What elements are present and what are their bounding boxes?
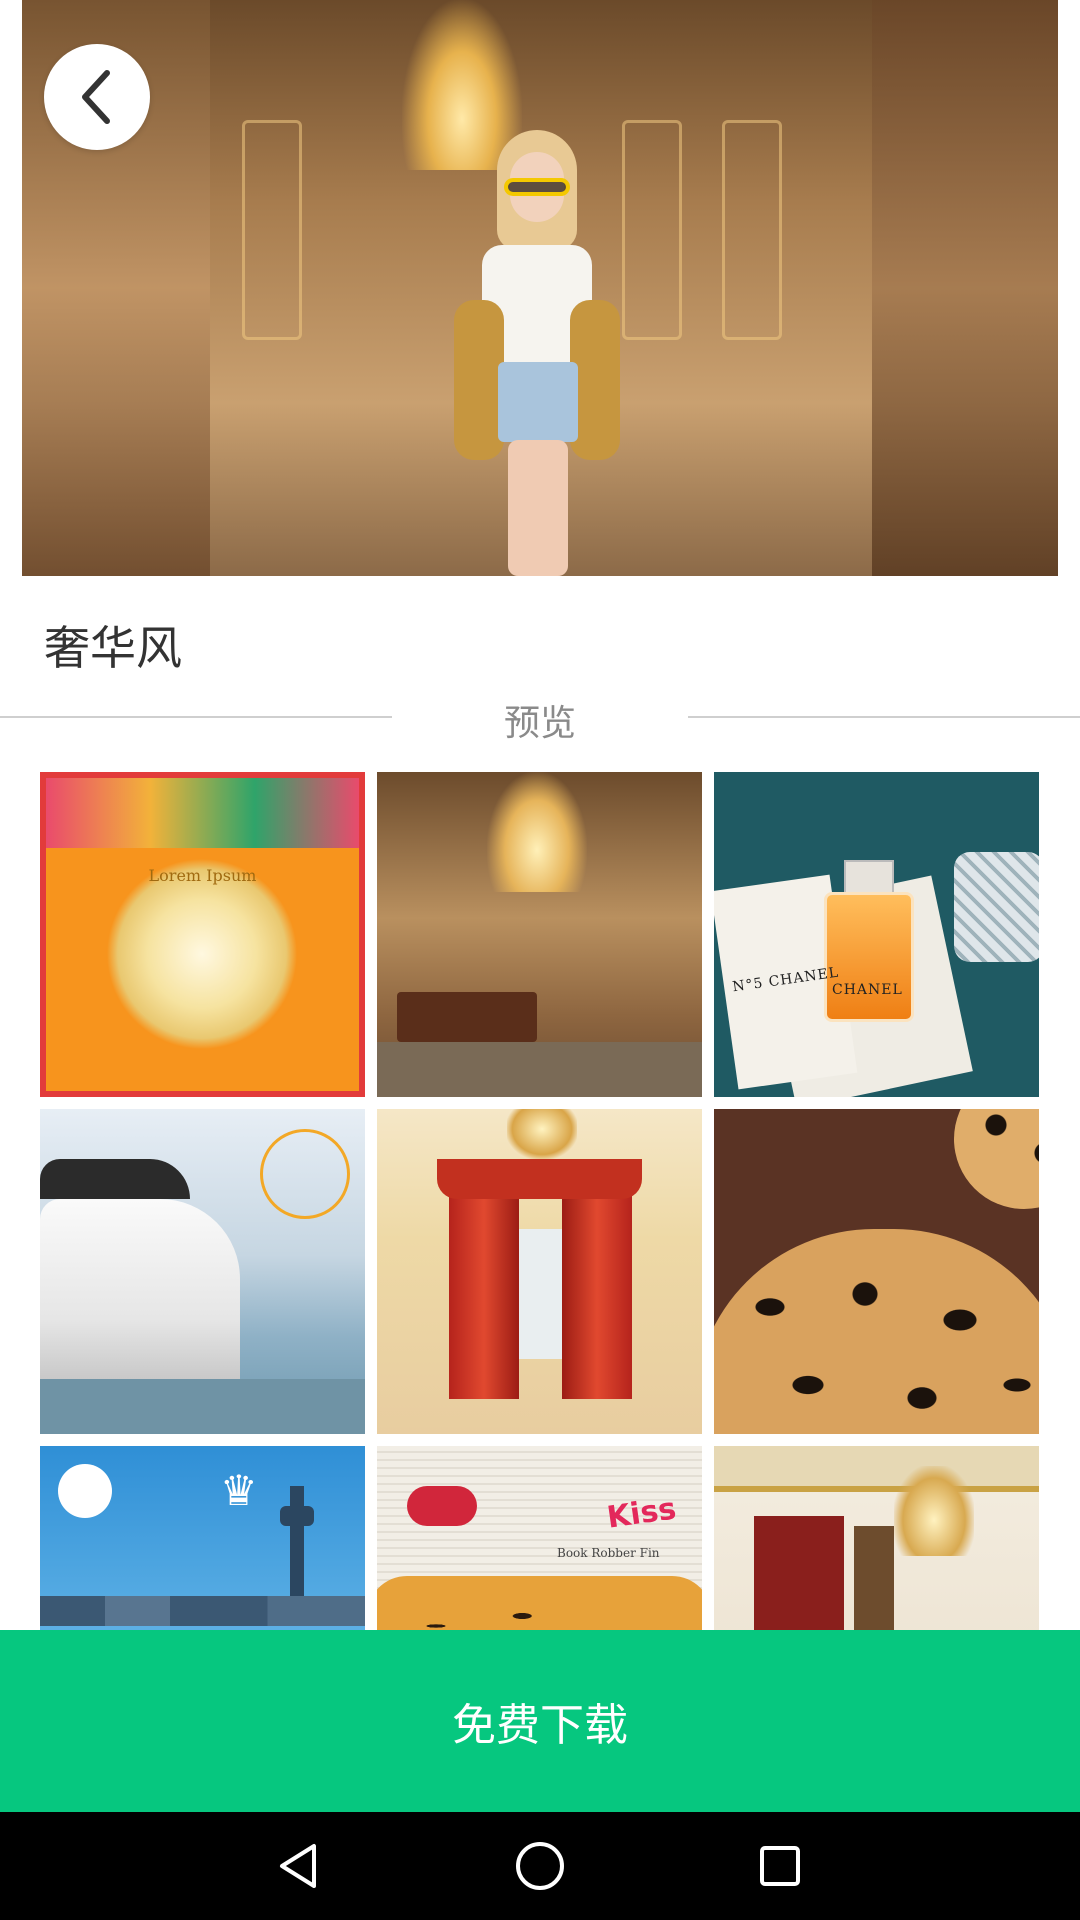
yacht-thumb[interactable]	[40, 1109, 365, 1434]
circle-home-icon	[516, 1842, 564, 1890]
back-button[interactable]	[44, 44, 150, 150]
nav-recent-button[interactable]	[750, 1836, 810, 1896]
curtain-hall-thumb[interactable]	[377, 1109, 702, 1434]
system-nav-bar	[0, 1812, 1080, 1920]
mandala-thumb[interactable]: Lorem Ipsum	[40, 772, 365, 1097]
kiss-sticker: Kiss	[604, 1491, 679, 1536]
square-recent-icon	[760, 1846, 800, 1886]
template-detail-page: 奢华风 预览 Lorem Ipsum N°5 CHANEL CHANEL ♛ K…	[0, 0, 1080, 1920]
leopard-thumb[interactable]	[714, 1109, 1039, 1434]
divider-right	[688, 716, 1080, 718]
model-figure	[452, 130, 622, 576]
divider-left	[0, 716, 392, 718]
triangle-back-icon	[280, 1844, 316, 1888]
newspaper-print: Book Robber Fin	[557, 1546, 660, 1560]
thumb-caption: Lorem Ipsum	[148, 866, 257, 885]
preview-label: 预览	[503, 703, 576, 744]
perfume-thumb[interactable]: N°5 CHANEL CHANEL	[714, 772, 1039, 1097]
free-download-button[interactable]: 免费下载	[0, 1630, 1080, 1812]
template-title: 奢华风	[44, 621, 182, 675]
wall-panel	[242, 120, 302, 340]
brand-bottle-label: CHANEL	[832, 982, 903, 998]
wall-panel	[722, 120, 782, 340]
nav-home-button[interactable]	[510, 1836, 570, 1896]
free-download-label: 免费下载	[452, 1700, 628, 1751]
wall-panel	[622, 120, 682, 340]
chevron-left-icon	[82, 70, 110, 124]
nav-back-button[interactable]	[270, 1836, 330, 1896]
hero-right-blur	[872, 0, 1058, 576]
hero-preview-image	[22, 0, 1058, 576]
crown-icon: ♛	[220, 1466, 258, 1515]
palace-room-thumb[interactable]	[377, 772, 702, 1097]
preview-grid: Lorem Ipsum N°5 CHANEL CHANEL ♛ Kiss Boo…	[40, 772, 1040, 1771]
